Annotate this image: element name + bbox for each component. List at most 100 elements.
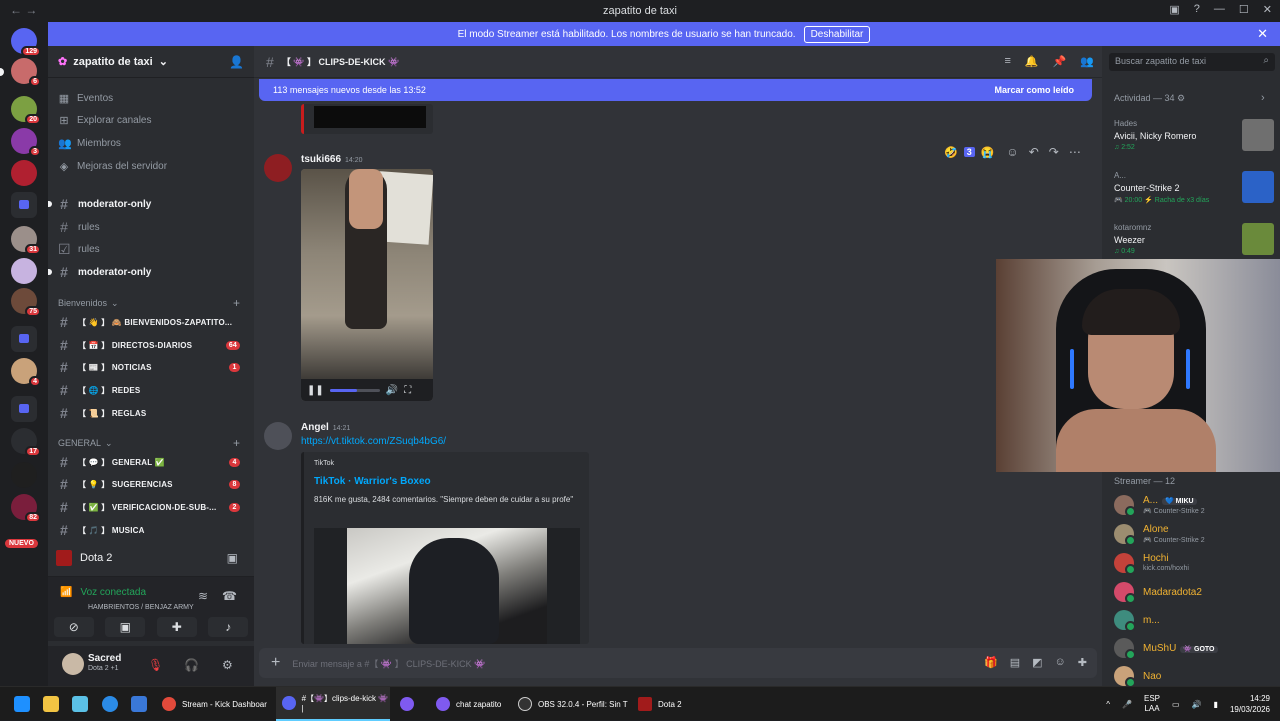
message-author[interactable]: Angel 14:21 <box>301 422 350 433</box>
attach-icon[interactable]: + <box>271 654 280 672</box>
channel-directos-diarios[interactable]: # 【 📅 】 DIRECTOS-DIARIOS 64 <box>58 335 248 355</box>
server-icon[interactable]: 31 <box>11 226 41 255</box>
forward-icon[interactable]: ↷ <box>1049 145 1059 159</box>
edge-icon[interactable] <box>102 696 118 712</box>
mark-as-read-button[interactable]: Marcar como leído <box>994 85 1074 95</box>
channel-rules[interactable]: # rules <box>58 217 248 237</box>
server-icon[interactable]: 82 <box>11 494 41 523</box>
category-general[interactable]: GENERAL ⌄ + <box>58 436 248 450</box>
channel-noticias[interactable]: # 【 📰 】 NOTICIAS 1 <box>58 357 248 377</box>
sticker-icon[interactable]: ◩ <box>1032 656 1042 669</box>
member-item[interactable]: A... 💙 MIKU 🎮 Counter-Strike 2 <box>1114 493 1274 519</box>
store-icon[interactable] <box>131 696 147 712</box>
server-icon[interactable] <box>11 462 37 488</box>
threads-icon[interactable]: ≡ <box>1004 55 1010 68</box>
reply-icon[interactable]: ↶ <box>1029 145 1039 159</box>
server-icon[interactable]: 17 <box>11 428 41 457</box>
video-player[interactable]: ❚❚ 🔊 ⛶ <box>301 169 433 401</box>
copilot-icon[interactable] <box>72 696 88 712</box>
activity-card[interactable]: A... Counter-Strike 2 🎮 20:00 ⚡ Racha de… <box>1114 171 1274 211</box>
server-folder[interactable] <box>11 396 37 422</box>
author-name[interactable]: Angel <box>301 422 329 433</box>
message-link[interactable]: https://vt.tiktok.com/ZSuqb4bG6/ <box>301 436 446 447</box>
author-name[interactable]: tsuki666 <box>301 154 341 165</box>
sidebar-item-boosts[interactable]: ◈ Mejoras del servidor <box>58 160 167 173</box>
server-icon[interactable] <box>11 258 37 284</box>
fullscreen-icon[interactable]: ⛶ <box>404 385 411 396</box>
disable-button[interactable]: Deshabilitar <box>803 25 871 43</box>
server-icon[interactable] <box>11 160 37 186</box>
server-header[interactable]: ✿ zapatito de taxi ⌄ 👤 <box>48 46 254 78</box>
channel-general[interactable]: # 【 💬 】 GENERAL ✅ 4 <box>58 452 248 472</box>
apps-icon[interactable]: ✚ <box>1078 656 1087 669</box>
soundboard-icon[interactable]: ♪ <box>208 617 249 637</box>
mute-icon[interactable]: 🎙 <box>148 658 163 672</box>
activity-card[interactable]: kotaromnz Weezer ♫ 0:49 <box>1114 223 1274 263</box>
mic-icon[interactable]: 🎤 <box>1122 700 1132 709</box>
embed-title[interactable]: TikTok · Warrior's Boxeo <box>314 476 431 487</box>
taskbar-app[interactable]: #【👾】clips-de-kick 👾 | <box>276 687 390 721</box>
noise-suppression-icon[interactable]: ≋ <box>198 589 208 603</box>
taskbar-app[interactable]: Dota 2 <box>632 687 692 721</box>
network-icon[interactable]: ▭ <box>1172 700 1180 709</box>
add-channel-icon[interactable]: + <box>233 436 240 450</box>
sidebar-item-events[interactable]: ▦ Eventos <box>58 92 113 105</box>
taskbar-app[interactable] <box>396 687 422 721</box>
maximize-icon[interactable]: ☐ <box>1239 3 1249 16</box>
inbox-icon[interactable]: ▣ <box>1169 3 1179 16</box>
close-icon[interactable]: ✕ <box>1257 26 1268 42</box>
composer-placeholder[interactable]: Enviar mensaje a #【 👾 】 CLIPS-DE-KICK 👾 <box>292 657 485 670</box>
camera-off-icon[interactable]: ⊘ <box>53 617 94 637</box>
disconnect-icon[interactable]: ☎ <box>222 589 237 603</box>
member-item[interactable]: m... <box>1114 608 1274 634</box>
gif-icon[interactable]: ▤ <box>1010 656 1020 669</box>
server-folder[interactable] <box>11 326 37 352</box>
new-messages-bar[interactable]: 113 mensajes nuevos desde las 13:52 Marc… <box>259 79 1092 101</box>
invite-icon[interactable]: 👤 <box>229 55 244 69</box>
channel-musica[interactable]: # 【 🎵 】 MUSICA <box>58 520 248 540</box>
activities-icon[interactable]: ✚ <box>156 617 197 637</box>
more-icon[interactable]: ⋯ <box>1069 145 1081 159</box>
battery-icon[interactable]: ▮ <box>1214 700 1218 709</box>
home-button[interactable]: 129 <box>11 28 41 57</box>
sidebar-item-browse[interactable]: ⊞ Explorar canales <box>58 114 151 127</box>
search-input[interactable]: Buscar zapatito de taxi ⌕ <box>1109 53 1275 71</box>
channel-verificacion[interactable]: # 【 ✅ 】 VERIFICACION-DE-SUB-... 2 <box>58 497 248 517</box>
clock[interactable]: 14:29 19/03/2026 <box>1230 693 1270 715</box>
message-composer[interactable]: + Enviar mensaje a #【 👾 】 CLIPS-DE-KICK … <box>259 648 1097 678</box>
emoji-icon[interactable]: ☺ <box>1055 656 1066 669</box>
category-bienvenidos[interactable]: Bienvenidos ⌄ + <box>58 296 248 310</box>
member-item[interactable]: Madaradota2 <box>1114 580 1274 606</box>
avatar[interactable] <box>264 154 292 182</box>
laugh-emoji-icon[interactable]: 🤣 <box>944 146 958 159</box>
previous-media[interactable] <box>301 104 433 134</box>
channel-rules[interactable]: ☑ rules <box>58 239 248 259</box>
volume-icon[interactable]: 🔊 <box>1192 700 1202 709</box>
minimize-icon[interactable]: — <box>1214 3 1225 16</box>
chevron-right-icon[interactable]: › <box>1261 92 1265 104</box>
volume-icon[interactable]: 🔊 <box>386 385 398 396</box>
close-window-icon[interactable]: ✕ <box>1263 3 1272 16</box>
channel-moderator-only[interactable]: # moderator-only <box>58 194 248 214</box>
progress-bar[interactable] <box>329 388 380 392</box>
screen-share-icon[interactable]: ▣ <box>105 617 146 637</box>
channel-redes[interactable]: # 【 🌐 】 REDES <box>58 380 248 400</box>
pin-icon[interactable]: 📌 <box>1053 55 1067 68</box>
user-name[interactable]: Sacred <box>88 653 121 664</box>
member-list-icon[interactable]: 👥 <box>1080 55 1094 68</box>
start-icon[interactable] <box>14 696 30 712</box>
taskbar-app[interactable]: chat zapatito <box>430 687 512 721</box>
add-reaction-icon[interactable]: ☺ <box>1006 145 1018 159</box>
add-channel-icon[interactable]: + <box>233 296 240 310</box>
channel-sugerencias[interactable]: # 【 💡 】 SUGERENCIAS 8 <box>58 474 248 494</box>
channel-reglas[interactable]: # 【 📜 】 REGLAS <box>58 403 248 423</box>
member-item[interactable]: Alone 🎮 Counter-Strike 2 <box>1114 522 1274 548</box>
server-icon[interactable]: 20 <box>11 96 41 125</box>
activity-card[interactable]: Hades Avicii, Nicky Romero ♫ 2:52 <box>1114 119 1274 159</box>
channel-bienvenidos[interactable]: # 【 👋 】 🙈 BIENVENIDOS-ZAPATITO... <box>58 312 248 332</box>
channel-moderator-only[interactable]: # moderator-only <box>58 262 248 282</box>
server-folder[interactable] <box>11 192 37 218</box>
server-icon[interactable]: 6 <box>11 58 41 87</box>
embed-thumbnail[interactable] <box>314 528 580 644</box>
taskbar-app[interactable]: OBS 32.0.4 - Perfil: Sin T <box>512 687 630 721</box>
